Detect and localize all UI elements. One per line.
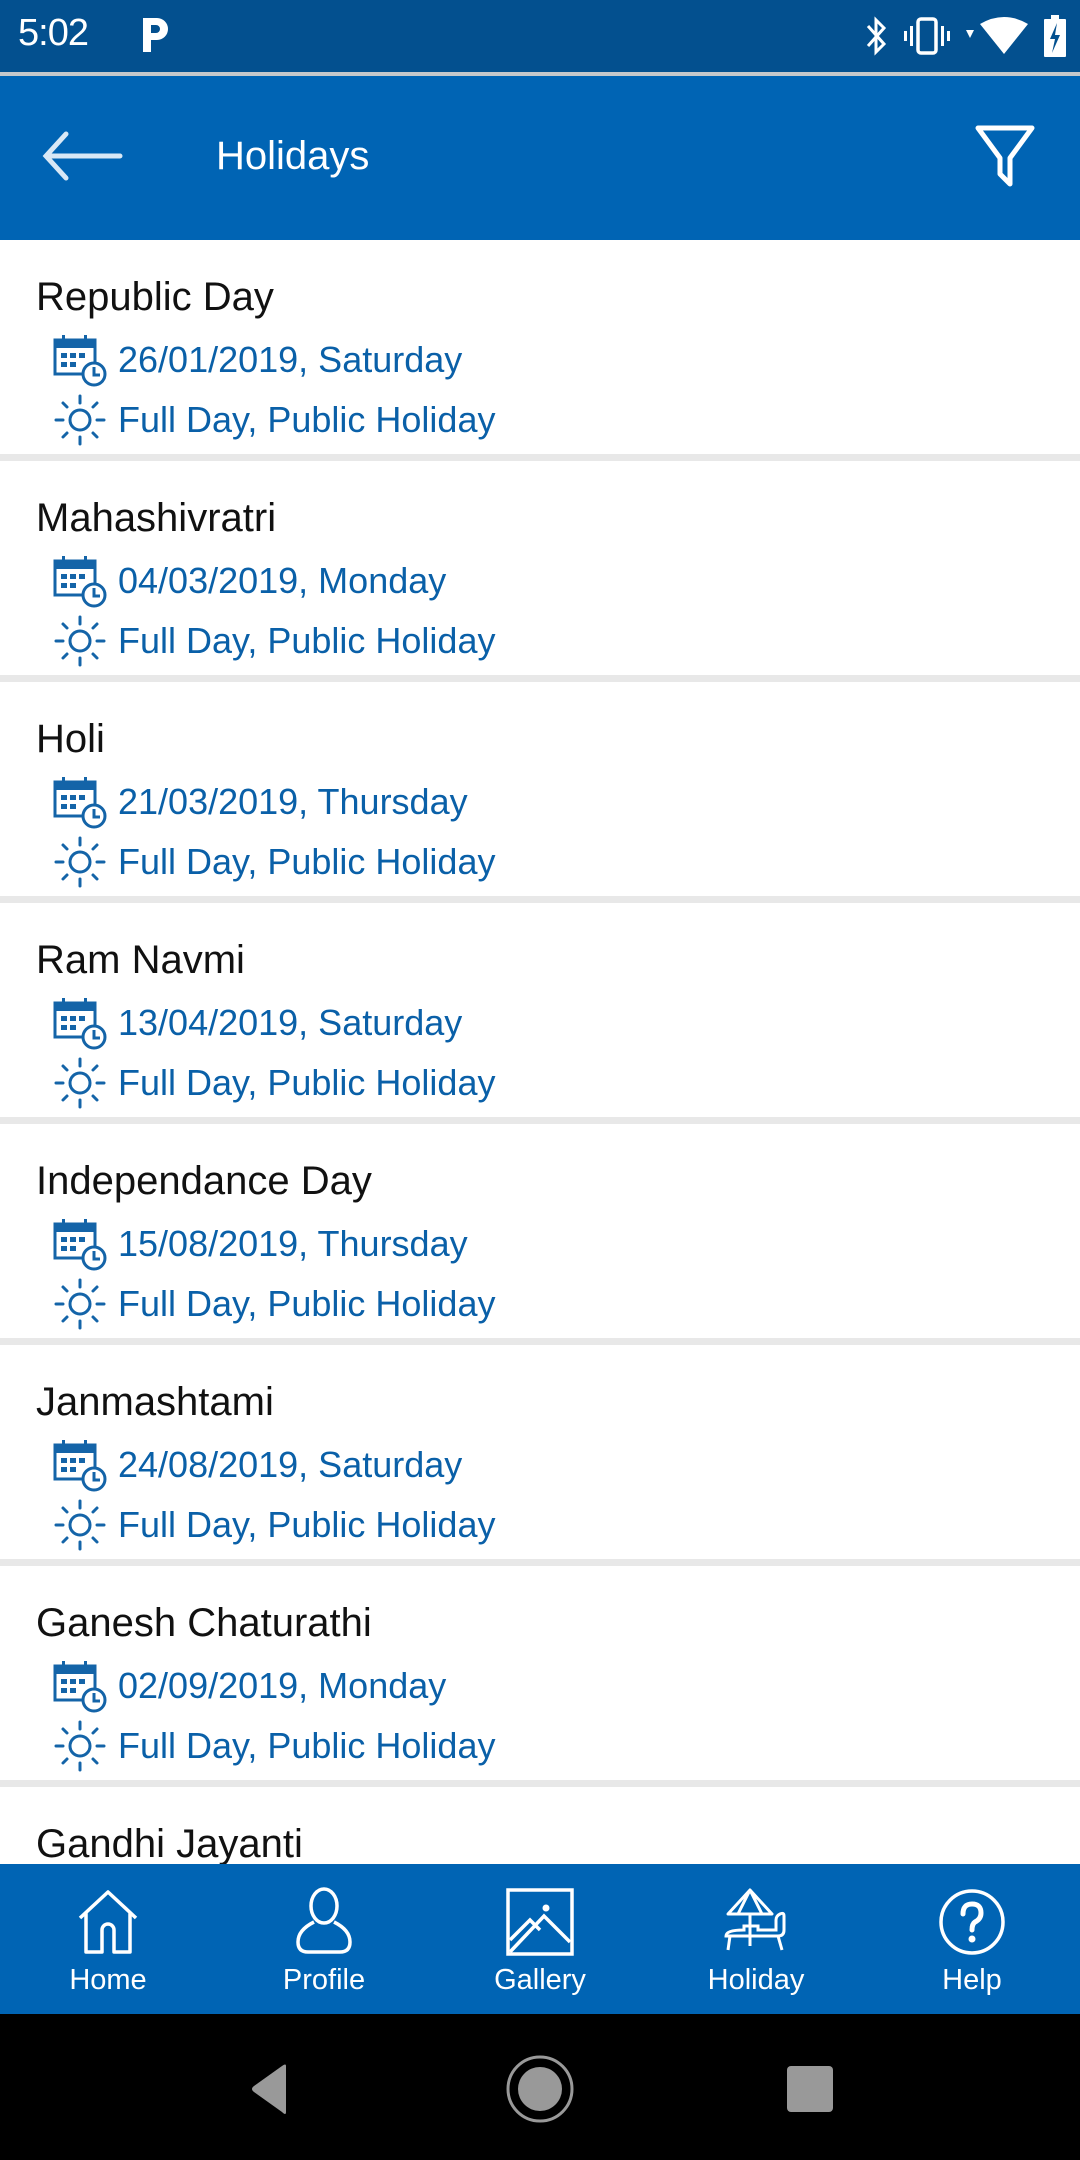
sun-icon (52, 834, 108, 890)
nav-holiday-label: Holiday (707, 1964, 805, 1996)
beach-umbrella-icon (724, 1888, 786, 1951)
holiday-date: 26/01/2019, Saturday (118, 339, 463, 380)
calendar-clock-icon (52, 332, 108, 388)
nav-gallery[interactable]: Gallery (432, 1864, 648, 2014)
holiday-type-row: Full Day, Public Holiday (52, 1276, 495, 1332)
holiday-date: 02/09/2019, Monday (118, 1665, 447, 1706)
parking-p-icon (143, 18, 168, 52)
holiday-item[interactable]: Mahashivratri 04/03/2019, Monday Full Da… (0, 461, 1080, 682)
holiday-type: Full Day, Public Holiday (118, 1062, 496, 1103)
divider (0, 1780, 1080, 1787)
holiday-item[interactable]: Ram Navmi 13/04/2019, Saturday Full Day,… (0, 903, 1080, 1124)
holiday-type-row: Full Day, Public Holiday (52, 1497, 495, 1553)
battery-charging-icon (1044, 15, 1066, 57)
wifi-icon (966, 17, 1028, 54)
bottom-nav: Home Profile Gallery Holiday Help (0, 1864, 1080, 2014)
nav-gallery-label: Gallery (494, 1964, 586, 1996)
sun-icon (52, 1718, 108, 1774)
holiday-type: Full Day, Public Holiday (118, 620, 496, 661)
nav-home[interactable]: Home (0, 1864, 216, 2014)
holiday-type-row: Full Day, Public Holiday (52, 392, 495, 448)
calendar-clock-icon (52, 553, 108, 609)
holiday-type: Full Day, Public Holiday (118, 1504, 496, 1545)
gallery-icon (506, 1888, 574, 1956)
holiday-item[interactable]: Janmashtami 24/08/2019, Saturday Full Da… (0, 1345, 1080, 1566)
holiday-type: Full Day, Public Holiday (118, 1725, 496, 1766)
sun-icon (52, 1276, 108, 1332)
divider (0, 454, 1080, 461)
recents-square-icon[interactable] (775, 2054, 845, 2124)
holiday-name: Independance Day (36, 1159, 372, 1203)
holiday-item[interactable]: Independance Day 15/08/2019, Thursday Fu… (0, 1124, 1080, 1345)
bluetooth-icon (866, 16, 887, 56)
holiday-date: 13/04/2019, Saturday (118, 1002, 463, 1043)
home-icon (78, 1890, 138, 1954)
nav-profile[interactable]: Profile (216, 1864, 432, 2014)
holiday-type: Full Day, Public Holiday (118, 399, 496, 440)
system-nav-bar (0, 2014, 1080, 2160)
sun-icon (52, 1055, 108, 1111)
divider (0, 1338, 1080, 1345)
back-triangle-icon[interactable] (234, 2054, 304, 2124)
status-bar: 5:02 (0, 0, 1080, 72)
holiday-date-row: 02/09/2019, Monday (52, 1658, 446, 1714)
nav-profile-label: Profile (282, 1964, 366, 1996)
arrow-left-icon[interactable] (40, 126, 124, 186)
sun-icon (52, 613, 108, 669)
holiday-name: Mahashivratri (36, 496, 277, 540)
holiday-type-row: Full Day, Public Holiday (52, 1718, 495, 1774)
holiday-date-row: 04/03/2019, Monday (52, 553, 446, 609)
calendar-clock-icon (52, 1437, 108, 1493)
holiday-name: Republic Day (36, 275, 274, 319)
holiday-name: Janmashtami (36, 1380, 274, 1424)
holiday-date: 21/03/2019, Thursday (118, 781, 468, 822)
divider (0, 1559, 1080, 1566)
holiday-item[interactable]: Holi 21/03/2019, Thursday Full Day, Publ… (0, 682, 1080, 903)
nav-help[interactable]: Help (864, 1864, 1080, 2014)
holiday-date: 04/03/2019, Monday (118, 560, 447, 601)
holiday-name: Ganesh Chaturathi (36, 1601, 372, 1645)
holiday-item[interactable]: Republic Day 26/01/2019, Saturday Full D… (0, 240, 1080, 461)
help-icon (939, 1889, 1005, 1955)
divider (0, 896, 1080, 903)
nav-help-label: Help (942, 1964, 1002, 1996)
status-time: 5:02 (18, 12, 89, 54)
holiday-type: Full Day, Public Holiday (118, 841, 496, 882)
holiday-list[interactable]: Republic Day 26/01/2019, Saturday Full D… (0, 240, 1080, 1864)
calendar-clock-icon (52, 1658, 108, 1714)
sun-icon (52, 392, 108, 448)
holiday-type-row: Full Day, Public Holiday (52, 613, 495, 669)
calendar-clock-icon (52, 774, 108, 830)
page-title: Holidays (216, 134, 370, 178)
holiday-name: Gandhi Jayanti (36, 1822, 303, 1864)
nav-holiday[interactable]: Holiday (648, 1864, 864, 2014)
holiday-date-row: 15/08/2019, Thursday (52, 1216, 468, 1272)
holiday-date-row: 13/04/2019, Saturday (52, 995, 462, 1051)
holiday-date-row: 21/03/2019, Thursday (52, 774, 468, 830)
holiday-date-row: 24/08/2019, Saturday (52, 1437, 462, 1493)
holiday-date-row: 26/01/2019, Saturday (52, 332, 462, 388)
calendar-clock-icon (52, 995, 108, 1051)
sun-icon (52, 1497, 108, 1553)
app-bar: Holidays (0, 76, 1080, 240)
nav-home-label: Home (69, 1964, 147, 1996)
home-circle-icon[interactable] (505, 2054, 575, 2124)
filter-funnel-icon[interactable] (974, 124, 1036, 188)
holiday-date: 15/08/2019, Thursday (118, 1223, 468, 1264)
holiday-date: 24/08/2019, Saturday (118, 1444, 463, 1485)
divider (0, 675, 1080, 682)
vibrate-icon (904, 17, 950, 55)
holiday-item[interactable]: Gandhi Jayanti (0, 1787, 1080, 1864)
holiday-type-row: Full Day, Public Holiday (52, 1055, 495, 1111)
holiday-name: Ram Navmi (36, 938, 245, 982)
holiday-type-row: Full Day, Public Holiday (52, 834, 495, 890)
divider (0, 1117, 1080, 1124)
profile-icon (296, 1887, 352, 1954)
holiday-name: Holi (36, 717, 105, 761)
holiday-item[interactable]: Ganesh Chaturathi 02/09/2019, Monday Ful… (0, 1566, 1080, 1787)
holiday-type: Full Day, Public Holiday (118, 1283, 496, 1324)
calendar-clock-icon (52, 1216, 108, 1272)
status-icons (864, 14, 1066, 58)
